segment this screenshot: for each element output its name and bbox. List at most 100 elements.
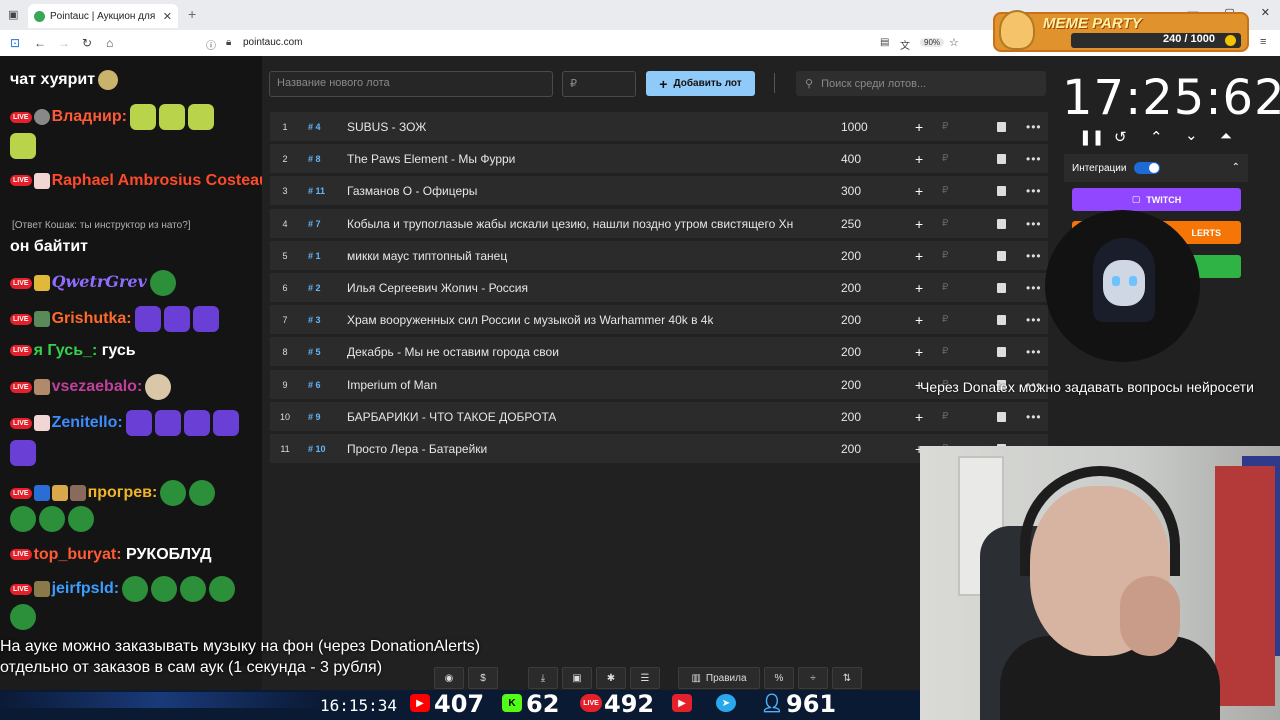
lot-amount[interactable]: 200 [841,249,861,263]
close-tab-icon[interactable]: ✕ [163,10,172,23]
add-amount-icon[interactable]: + [915,312,923,328]
delete-icon[interactable] [997,315,1006,325]
lot-amount[interactable]: 200 [841,345,861,359]
github-button[interactable]: ◉ [434,667,464,689]
lot-amount[interactable]: 200 [841,378,861,392]
delete-icon[interactable] [997,122,1006,132]
twitch-icon: ▢ [1131,194,1141,204]
bookmark-star-icon[interactable]: ☆ [949,36,959,49]
divide-button[interactable]: ÷ [798,667,828,689]
browser-tab[interactable]: Pointauc | Аукцион для стримеров ✕ [28,4,178,28]
lot-row[interactable]: 2 # 8 The Paws Element - Мы Фурри 400 + ₽ ••• [270,144,1048,173]
lot-amount[interactable]: 200 [841,281,861,295]
lot-row[interactable]: 5 # 1 микки маус типтопный танец 200 + ₽ ••• [270,241,1048,270]
lot-row[interactable]: 10 # 9 БАРБАРИКИ - ЧТО ТАКОЕ ДОБРОТА 200 + ₽ •… [270,402,1048,431]
delete-icon[interactable] [997,412,1006,422]
site-info-icon[interactable]: ⓘ [206,37,216,52]
more-options-icon[interactable]: ••• [1026,184,1042,198]
chevron-up-icon[interactable]: ⌃ [1232,162,1240,173]
lot-row[interactable]: 1 # 4 SUBUS - ЗОЖ 1000 + ₽ ••• [270,112,1048,141]
percent-button[interactable]: % [764,667,794,689]
add-amount-icon[interactable]: + [915,248,923,264]
new-lot-amount-input[interactable]: ₽ [562,71,636,97]
add-amount-icon[interactable]: + [915,151,923,167]
more-options-icon[interactable]: ••• [1026,120,1042,134]
lot-name[interactable]: Imperium of Man [347,378,437,392]
reload-icon[interactable]: ↻ [82,36,92,50]
reset-icon[interactable]: ↺ [1114,128,1127,146]
lot-row[interactable]: 7 # 3 Храм вооруженных сил России с музыко… [270,305,1048,334]
more-options-icon[interactable]: ••• [1026,249,1042,263]
lot-amount[interactable]: 400 [841,152,861,166]
address-bar[interactable]: pointauc.com [243,37,302,48]
lot-amount[interactable]: 300 [841,184,861,198]
lot-amount[interactable]: 1000 [841,120,868,134]
add-amount-icon[interactable]: + [915,280,923,296]
lot-search-input[interactable]: ⚲ Поиск среди лотов... [796,71,1046,96]
translate-icon[interactable]: 文 [900,37,910,52]
more-options-icon[interactable]: ••• [1026,345,1042,359]
lot-name[interactable]: Декабрь - Мы не оставим города свои [347,345,559,359]
forward-icon[interactable]: → [58,36,70,50]
delete-icon[interactable] [997,186,1006,196]
lot-row[interactable]: 3 # 11 Газманов О - Офицеры 300 + ₽ ••• [270,176,1048,205]
delete-icon[interactable] [997,219,1006,229]
reader-icon[interactable]: ▤ [880,37,889,48]
add-amount-icon[interactable]: + [915,344,923,360]
delete-icon[interactable] [997,251,1006,261]
lot-name[interactable]: БАРБАРИКИ - ЧТО ТАКОЕ ДОБРОТА [347,410,556,424]
menu-icon[interactable]: ≡ [1260,36,1266,48]
lot-row[interactable]: 6 # 2 Илья Сергеевич Жопич - Россия 200 + ₽ ••… [270,273,1048,302]
sort-button[interactable]: ⇅ [832,667,862,689]
lot-name[interactable]: Храм вооруженных сил России с музыкой из… [347,313,713,327]
donate-button[interactable]: $ [468,667,498,689]
rules-button[interactable]: ▥ Правила [678,667,760,689]
double-up-icon[interactable]: ⏶ [1220,128,1232,145]
lot-amount[interactable]: 200 [841,410,861,424]
sidebar-icon[interactable]: ⊡ [10,36,20,50]
avatar [69,485,86,501]
lot-name[interactable]: The Paws Element - Мы Фурри [347,152,515,166]
lot-name[interactable]: Просто Лера - Батарейки [347,442,487,456]
more-options-icon[interactable]: ••• [1026,313,1042,327]
new-tab-icon[interactable]: + [188,6,196,22]
integrations-toggle[interactable] [1134,162,1160,174]
lot-amount[interactable]: 200 [841,313,861,327]
tab-list-icon[interactable]: ▣ [8,8,18,21]
lot-amount[interactable]: 250 [841,217,861,231]
add-amount-icon[interactable]: + [915,119,923,135]
integrations-panel[interactable]: Интеграции ⌃ [1064,154,1248,182]
delete-icon[interactable] [997,347,1006,357]
lot-name[interactable]: микки маус типтопный танец [347,249,507,263]
chevron-down-icon[interactable]: ⌄ [1185,126,1198,144]
delete-icon[interactable] [997,283,1006,293]
add-amount-icon[interactable]: + [915,216,923,232]
zoom-level[interactable]: 90% [920,38,945,47]
more-options-icon[interactable]: ••• [1026,217,1042,231]
add-amount-icon[interactable]: + [915,409,923,425]
more-options-icon[interactable]: ••• [1026,152,1042,166]
add-amount-icon[interactable]: + [915,183,923,199]
lot-name[interactable]: SUBUS - ЗОЖ [347,120,426,134]
more-options-icon[interactable]: ••• [1026,410,1042,424]
download-button[interactable]: ⤓ [528,667,558,689]
lot-name[interactable]: Илья Сергеевич Жопич - Россия [347,281,528,295]
pause-icon[interactable]: ❚❚ [1079,128,1104,146]
lot-amount[interactable]: 200 [841,442,861,456]
close-window-icon[interactable]: ✕ [1261,6,1270,19]
back-icon[interactable]: ← [34,36,46,50]
lot-name[interactable]: Кобыла и трупоглазые жабы искали цезию, … [347,217,793,231]
home-icon[interactable]: ⌂ [106,36,113,50]
chevron-up-icon[interactable]: ⌃ [1150,128,1163,146]
add-lot-button[interactable]: + Добавить лот [646,71,755,96]
lot-row[interactable]: 4 # 7 Кобыла и трупоглазые жабы искали цез… [270,209,1048,238]
list-button[interactable]: ☰ [630,667,660,689]
new-lot-name-input[interactable]: Название нового лота [269,71,553,97]
lot-name[interactable]: Газманов О - Офицеры [347,184,477,198]
twitch-button[interactable]: ▢ TWITCH [1072,188,1241,211]
bug-button[interactable]: ✱ [596,667,626,689]
lot-row[interactable]: 8 # 5 Декабрь - Мы не оставим города свои 2… [270,337,1048,366]
save-button[interactable]: ▣ [562,667,592,689]
delete-icon[interactable] [997,154,1006,164]
more-options-icon[interactable]: ••• [1026,281,1042,295]
